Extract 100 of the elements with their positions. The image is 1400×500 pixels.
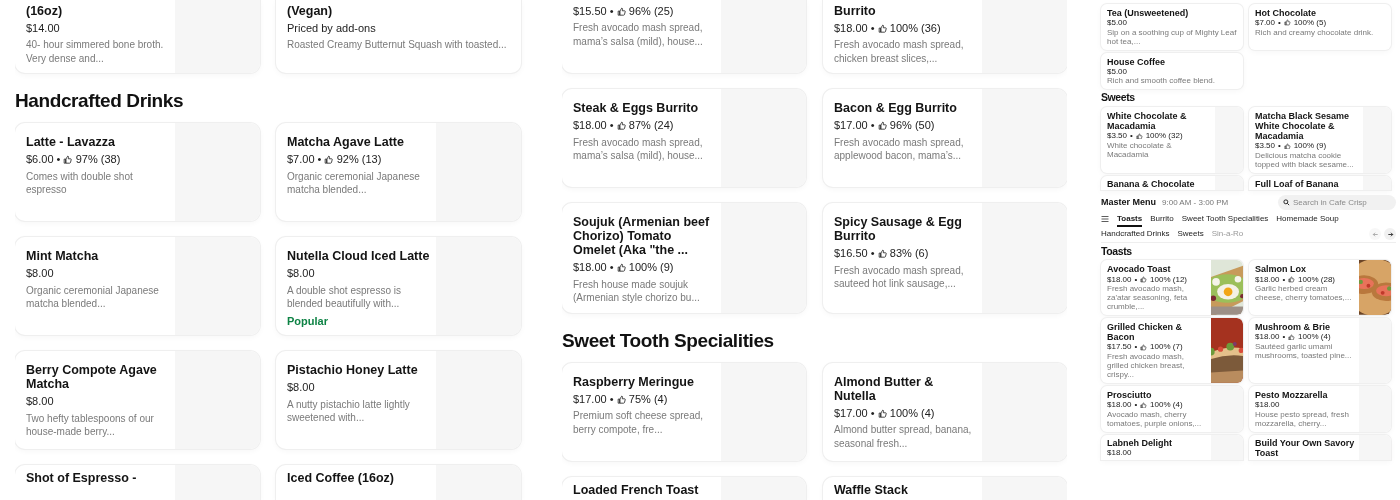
- item-price: $18.00: [573, 260, 607, 276]
- item-price: $18.00: [1255, 400, 1280, 410]
- thumbs-up-icon: [1140, 401, 1148, 409]
- separator-dot: •: [1278, 18, 1281, 28]
- menu-item-card[interactable]: Tea (Unsweetened) $5.00 Sip on a soothing cup of Mighty Leaf hot tea,...: [1101, 4, 1243, 50]
- category-tab[interactable]: Homemade Soup: [1276, 211, 1339, 227]
- menu-item-card[interactable]: Shot of Espresso -: [15, 465, 260, 500]
- menu-item-card[interactable]: Full Loaf of Banana: [1249, 175, 1391, 190]
- menu-item-card[interactable]: Avocado Toast $18.00 • 100% (12) Fresh avocado mash, za'atar seasoning, feta crumble,...: [1101, 260, 1243, 316]
- item-rating: 96% (25): [628, 4, 674, 19]
- menu-item-card[interactable]: Waffle Stack: [823, 476, 1067, 500]
- thumbs-up-icon: [877, 408, 887, 419]
- menu-item-card[interactable]: House Coffee $5.00 Rich and smooth coffee blend.: [1101, 52, 1243, 90]
- thumbs-up-icon: [877, 249, 887, 259]
- section-heading: Sweets: [1101, 92, 1136, 104]
- menu-item-card[interactable]: Salmon Lox $18.00 • 100% (28) Garlic herbed cream cheese, cherry tomatoes,...: [1249, 260, 1391, 316]
- section-heading: Handcrafted Drinks: [15, 91, 185, 113]
- item-title: Pesto Mozzarella: [1255, 390, 1329, 401]
- item-rating: 100% (4): [1298, 332, 1331, 342]
- menu-item-card[interactable]: Prosciutto $18.00 • 100% (4) Avocado mash, cherry tomatoes, purple onions,...: [1101, 386, 1243, 432]
- thumbs-up-icon: [1288, 275, 1296, 283]
- thumbs-up-icon: [1140, 343, 1148, 351]
- item-title: Salmon Lox: [1255, 264, 1307, 275]
- item-rating: 75% (4): [628, 391, 668, 407]
- menu-item-card[interactable]: Latte - Lavazza $6.00 • 97% (38) Comes with double shot espresso: [15, 123, 260, 222]
- section-heading: Sweet Tooth Specialities: [562, 330, 775, 352]
- item-description: White chocolate & Macadamia: [1107, 140, 1173, 159]
- menu-item-card[interactable]: White Chocolate & Macadamia $3.50 • 100% (32) White chocolate & Macadamia: [1101, 107, 1243, 173]
- separator-dot: •: [609, 391, 614, 407]
- separator-dot: •: [609, 260, 614, 276]
- search-field[interactable]: Search in Cafe Crisp: [1278, 194, 1396, 210]
- separator-dot: •: [870, 118, 875, 134]
- menu-item-card[interactable]: Mushroom & Brie $18.00 • 100% (4) Sautéed garlic umami mushrooms, toasted pine...: [1249, 318, 1391, 384]
- category-tab[interactable]: Sweet Tooth Specialities: [1181, 211, 1269, 227]
- item-rating: 100% (4): [889, 405, 935, 421]
- menu-icon[interactable]: [1101, 215, 1109, 224]
- item-price: $17.00: [834, 405, 868, 421]
- menu-title: Master Menu: [1101, 197, 1156, 208]
- item-rating: 100% (36): [889, 21, 941, 36]
- item-description: Organic ceremonial Japanese matcha blended...: [287, 169, 421, 197]
- item-rating: 92% (13): [336, 152, 382, 168]
- item-title: Mint Matcha: [26, 249, 100, 264]
- thumbs-up-icon: [1288, 333, 1296, 341]
- popular-label: Popular: [287, 314, 329, 327]
- menu-item-card[interactable]: Burrito $18.00 • 100% (36) Fresh avocado mash spread, chicken breast slices,...: [823, 0, 1067, 74]
- item-rating: 97% (38): [75, 152, 121, 168]
- menu-item-card[interactable]: Hot Chocolate $7.00 • 100% (5) Rich and creamy chocolate drink.: [1249, 4, 1391, 50]
- menu-item-card[interactable]: (Vegan) Priced by add-ons Roasted Creamy Butternut Squash with toasted...: [276, 0, 521, 74]
- item-title: Hot Chocolate: [1255, 8, 1317, 19]
- item-title: Build Your Own Savory Toast: [1255, 437, 1355, 458]
- arrow-right-icon: [1386, 230, 1394, 238]
- menu-item-card[interactable]: Labneh Delight $18.00: [1101, 434, 1243, 460]
- menu-item-card[interactable]: Grilled Chicken & Bacon $17.50 • 100% (7) Fresh avocado mash, grilled chicken breast, crispy...: [1101, 318, 1243, 384]
- item-title: Burrito: [834, 4, 877, 18]
- item-description: Fresh avocado mash spread, mama’s salsa (mild), house...: [573, 135, 704, 163]
- menu-item-card[interactable]: Mint Matcha $8.00 Organic ceremonial Japanese matcha blended...: [15, 237, 260, 336]
- item-title: Banana & Chocolate: [1107, 178, 1196, 189]
- item-price: $18.00: [1255, 332, 1280, 342]
- item-description: Sautéed garlic umami mushrooms, toasted pine...: [1255, 341, 1353, 360]
- menu-item-card[interactable]: Soujuk (Armenian beef Chorizo) Tomato Omelet (Aka "the ... $18.00 • 100% (9) Fresh house made soujuk (Armenian style chorizo bu...: [562, 203, 806, 313]
- category-tab[interactable]: Sweets: [1177, 226, 1204, 242]
- item-title: Pistachio Honey Latte: [287, 363, 419, 378]
- category-tab[interactable]: Handcrafted Drinks: [1101, 226, 1170, 242]
- item-description: Roasted Creamy Butternut Squash with toasted...: [287, 38, 508, 52]
- menu-item-card[interactable]: Banana & Chocolate: [1101, 175, 1243, 190]
- menu-item-card[interactable]: Build Your Own Savory Toast: [1249, 434, 1391, 460]
- menu-item-card[interactable]: Steak & Eggs Burrito $18.00 • 87% (24) Fresh avocado mash spread, mama’s salsa (mild), house...: [562, 89, 806, 188]
- menu-item-card[interactable]: Almond Butter & Nutella $17.00 • 100% (4) Almond butter spread, banana, seasonal fresh...: [823, 362, 1067, 461]
- menu-item-card[interactable]: Nutella Cloud Iced Latte $8.00 A double shot espresso is blended beautifully with... Popular: [276, 237, 521, 336]
- menu-item-card[interactable]: Matcha Agave Latte $7.00 • 92% (13) Organic ceremonial Japanese matcha blended...: [276, 123, 521, 222]
- menu-item-card[interactable]: Iced Coffee (16oz): [276, 465, 521, 500]
- item-rating: 87% (24): [628, 118, 674, 134]
- search-icon: [1283, 198, 1290, 206]
- item-description: Fresh avocado mash spread, chicken breast slices,...: [834, 38, 965, 66]
- menu-item-card[interactable]: Pistachio Honey Latte $8.00 A nutty pistachio latte lightly sweetened with...: [276, 351, 521, 450]
- thumbs-up-icon: [63, 155, 73, 165]
- item-description: Fresh avocado mash, grilled chicken breast, crispy...: [1107, 351, 1186, 380]
- item-price: $17.50: [1107, 342, 1132, 352]
- menu-item-card[interactable]: $15.50 • 96% (25) Fresh avocado mash spread, mama’s salsa (mild), house...: [562, 0, 806, 74]
- item-title: Spicy Sausage & Egg Burrito: [834, 215, 963, 244]
- menu-item-card[interactable]: Berry Compote Agave Matcha $8.00 Two hefty tablespoons of our house-made berry...: [15, 351, 260, 450]
- menu-item-card[interactable]: Matcha Black Sesame White Chocolate & Macadamia $3.50 • 100% (9) Delicious matcha cookie topped with black sesame...: [1249, 107, 1391, 173]
- item-title: Steak & Eggs Burrito: [573, 101, 700, 116]
- item-price: $18.00: [1107, 274, 1132, 285]
- category-tab[interactable]: Burrito: [1150, 211, 1174, 227]
- menu-item-card[interactable]: Raspberry Meringue $17.00 • 75% (4) Premium soft cheese spread, berry compote, fre...: [562, 362, 806, 461]
- separator-dot: •: [1282, 274, 1286, 285]
- menu-item-card[interactable]: (16oz) $14.00 40- hour simmered bone broth. Very dense and...: [15, 0, 260, 74]
- category-tab[interactable]: Toasts: [1117, 211, 1143, 227]
- item-title: Latte - Lavazza: [26, 135, 116, 150]
- menu-item-card[interactable]: Spicy Sausage & Egg Burrito $16.50 • 83% (6) Fresh avocado mash spread, sauteed hot link sausage,...: [823, 203, 1067, 313]
- item-title: (16oz): [26, 4, 64, 18]
- item-description: Rich and smooth coffee blend.: [1107, 76, 1216, 86]
- menu-item-card[interactable]: Bacon & Egg Burrito $17.00 • 96% (50) Fresh avocado mash spread, applewood bacon, mama’s...: [823, 89, 1067, 188]
- item-price: $14.00: [26, 21, 60, 36]
- separator-dot: •: [1134, 400, 1138, 410]
- next-button[interactable]: [1384, 228, 1396, 241]
- separator-dot: •: [609, 118, 614, 134]
- menu-item-card[interactable]: Pesto Mozzarella $18.00 House pesto spread, fresh mozzarella, cherry...: [1249, 386, 1391, 432]
- menu-item-card[interactable]: Loaded French Toast: [562, 476, 806, 500]
